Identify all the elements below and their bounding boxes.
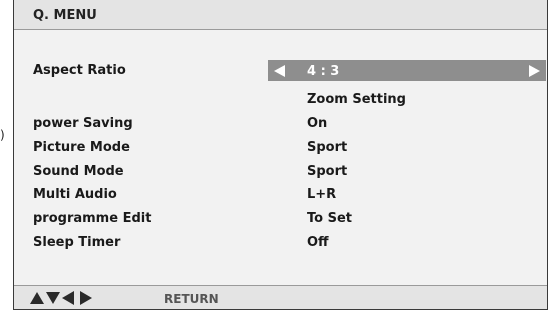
- arrow-left-icon[interactable]: [274, 65, 285, 77]
- sound-mode-label[interactable]: Sound Mode: [33, 164, 124, 179]
- aspect-ratio-value: 4 : 3: [307, 64, 340, 79]
- quick-menu: Q. MENU Aspect Ratio 4 : 3 Zoom Setting …: [13, 0, 548, 310]
- title-bar: Q. MENU: [14, 0, 547, 30]
- down-arrow-icon: [46, 292, 60, 304]
- sound-mode-value: Sport: [307, 164, 348, 179]
- power-saving-value: On: [307, 116, 328, 131]
- footer-bar: RETURN: [14, 285, 547, 309]
- navigation-hint: [30, 291, 92, 305]
- picture-mode-value: Sport: [307, 140, 348, 155]
- arrow-right-icon[interactable]: [529, 65, 540, 77]
- multi-audio-label[interactable]: Multi Audio: [33, 187, 117, 202]
- sleep-timer-label[interactable]: Sleep Timer: [33, 235, 120, 250]
- power-saving-label[interactable]: power Saving: [33, 116, 133, 131]
- aspect-ratio-selector[interactable]: 4 : 3: [268, 60, 546, 81]
- menu-title: Q. MENU: [33, 8, 97, 23]
- multi-audio-value: L+R: [307, 187, 337, 202]
- zoom-setting-option[interactable]: Zoom Setting: [307, 92, 406, 107]
- aspect-ratio-label: Aspect Ratio: [33, 63, 126, 78]
- edge-mark: ): [0, 128, 5, 142]
- programme-edit-label[interactable]: programme Edit: [33, 211, 151, 226]
- right-arrow-icon: [80, 291, 92, 305]
- up-arrow-icon: [30, 292, 44, 304]
- picture-mode-label[interactable]: Picture Mode: [33, 140, 130, 155]
- programme-edit-value: To Set: [307, 211, 352, 226]
- sleep-timer-value: Off: [307, 235, 329, 250]
- return-hint[interactable]: RETURN: [164, 292, 219, 306]
- left-arrow-icon: [62, 291, 74, 305]
